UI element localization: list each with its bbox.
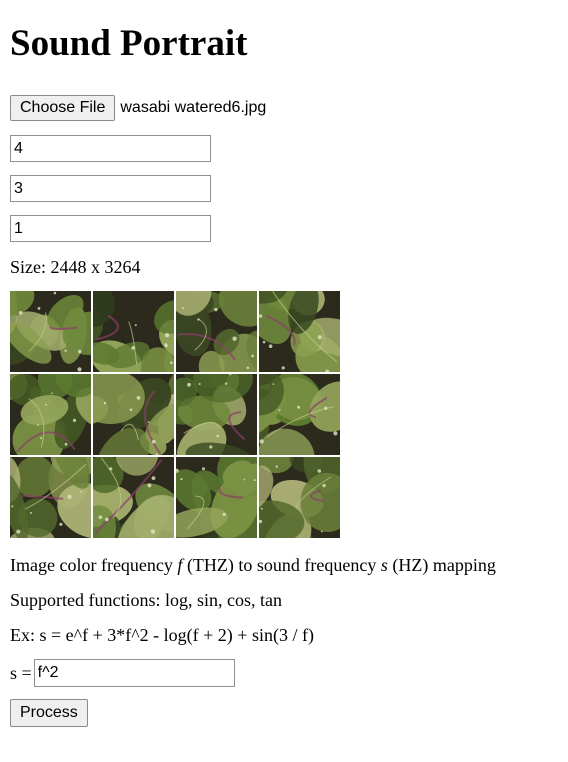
file-name: wasabi watered6.jpg <box>120 99 267 116</box>
mapping-description: Image color frequency f (THZ) to sound f… <box>10 554 496 576</box>
leaf-photo-icon <box>93 291 174 372</box>
leaf-photo-icon <box>176 457 257 538</box>
supported-functions-text: Supported functions: log, sin, cos, tan <box>10 590 282 610</box>
mapping-s-symbol: s <box>380 555 388 575</box>
leaf-photo-icon <box>259 291 340 372</box>
image-tile <box>10 374 91 455</box>
leaf-photo-icon <box>176 374 257 455</box>
leaf-photo-icon <box>259 374 340 455</box>
mapping-prefix: Image color frequency <box>10 555 178 575</box>
image-tile <box>176 457 257 538</box>
leaf-photo-icon <box>10 291 91 372</box>
image-size-text: Size: 2448 x 3264 <box>10 257 141 277</box>
leaf-photo-icon <box>93 457 174 538</box>
formula-row: s = <box>10 659 235 687</box>
formula-input[interactable] <box>33 659 235 687</box>
leaf-photo-icon <box>176 291 257 372</box>
image-tile-grid <box>10 291 342 538</box>
parameter-input-2[interactable] <box>10 175 211 202</box>
formula-label: s = <box>10 662 32 683</box>
image-tile <box>176 374 257 455</box>
image-tile <box>176 291 257 372</box>
leaf-photo-icon <box>93 374 174 455</box>
leaf-photo-icon <box>259 457 340 538</box>
image-tile <box>259 457 340 538</box>
choose-file-button[interactable]: Choose File <box>10 95 116 121</box>
process-button[interactable]: Process <box>10 699 88 727</box>
image-tile <box>93 374 174 455</box>
file-chooser: Choose File wasabi watered6.jpg <box>10 95 266 121</box>
leaf-photo-icon <box>10 457 91 538</box>
mapping-middle: (THZ) to sound frequency <box>182 555 381 575</box>
image-tile <box>259 374 340 455</box>
image-tile <box>93 457 174 538</box>
image-tile <box>93 291 174 372</box>
image-tile <box>10 457 91 538</box>
image-tile <box>259 291 340 372</box>
parameter-input-1[interactable] <box>10 135 211 162</box>
image-tile <box>10 291 91 372</box>
leaf-photo-icon <box>10 374 91 455</box>
page-title: Sound Portrait <box>10 23 248 64</box>
parameter-input-3[interactable] <box>10 215 211 242</box>
example-formula-text: Ex: s = e^f + 3*f^2 - log(f + 2) + sin(3… <box>10 625 314 645</box>
mapping-suffix: (HZ) mapping <box>387 555 496 575</box>
